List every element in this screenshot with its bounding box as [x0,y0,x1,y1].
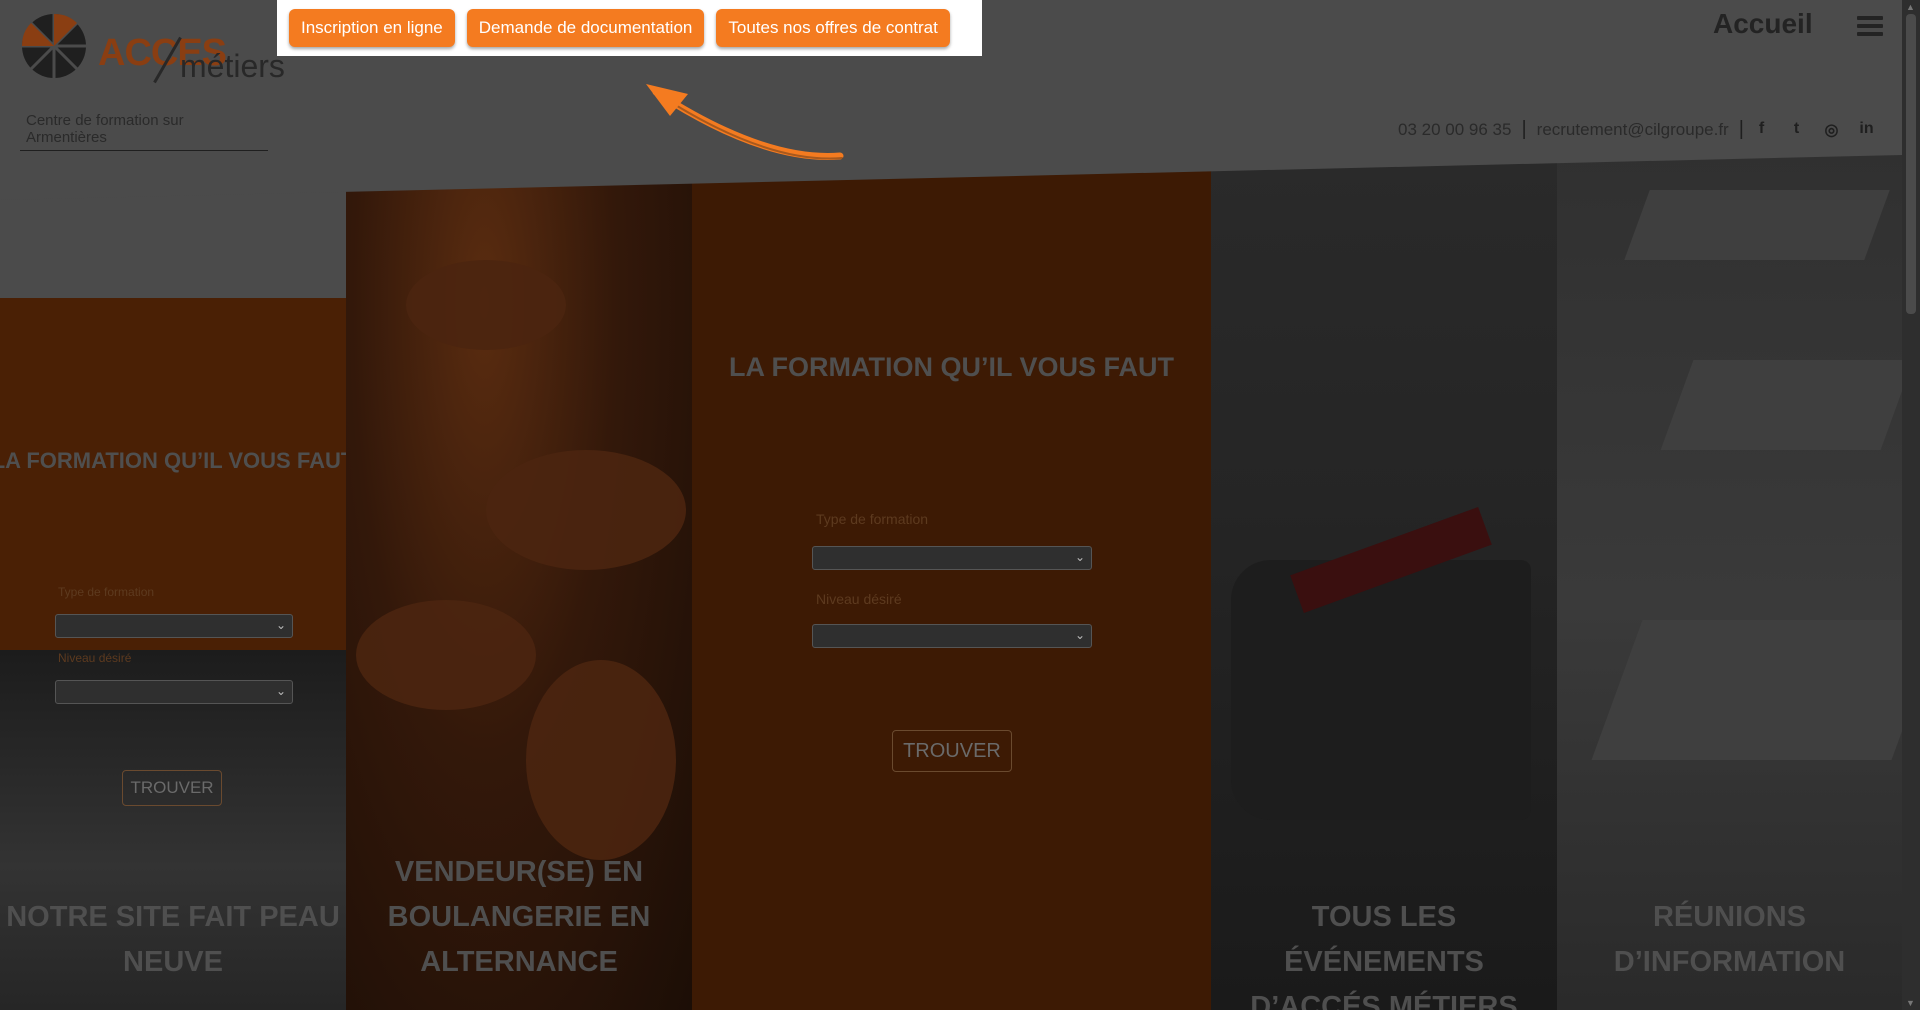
mini-trouver-button[interactable]: TROUVER [122,770,222,806]
mini-type-label: Type de formation [58,585,155,599]
page-scrollbar[interactable]: ▲ ▼ [1902,0,1920,1010]
trouver-button[interactable]: TROUVER [892,730,1012,772]
panel-title: TOUS LES ÉVÉNEMENTS D’ACCÉS MÉTIERS [1250,901,1518,1010]
phone-number[interactable]: 03 20 00 96 35 [1398,120,1511,140]
email-link[interactable]: recrutement@cilgroupe.fr [1537,120,1729,140]
desk-shape [1660,360,1902,450]
chevron-down-icon: ⌄ [1074,628,1085,642]
niveau-desire-select[interactable]: ⌄ [812,624,1092,648]
divider: | [1521,118,1527,140]
chevron-down-icon: ⌄ [1074,550,1085,564]
pointer-arrow-icon [646,84,844,160]
type-formation-label: Type de formation [816,511,929,527]
panel-title: NOTRE SITE FAIT PEAU NEUVE [6,901,340,978]
scroll-up-icon[interactable]: ▲ [1906,2,1915,12]
center-location-label: Centre de formation sur Armentières [20,112,268,151]
pastry-shape [486,450,686,570]
divider: | [1738,118,1744,140]
scroll-down-icon[interactable]: ▼ [1906,998,1915,1008]
desk-shape [1624,190,1890,260]
nav-accueil[interactable]: Accueil [1713,8,1813,40]
logo-text-metiers: métiers [180,48,285,84]
desk-shape [1591,620,1902,760]
acces-metiers-logo[interactable]: ACCES métiers [20,12,285,87]
form-title: LA FORMATION QU’IL VOUS FAUT [729,352,1174,382]
book-image [1231,560,1531,820]
scrollbar-thumb[interactable] [1906,14,1916,314]
documentation-button[interactable]: Demande de documentation [466,9,705,47]
contact-info: 03 20 00 96 35 | recrutement@cilgroupe.f… [1398,118,1754,141]
mini-form-title: LA FORMATION QU’IL VOUS FAUT [0,448,346,473]
offres-contrat-button[interactable]: Toutes nos offres de contrat [716,9,950,47]
social-links: f t ◎ in [1752,120,1876,140]
niveau-desire-label: Niveau désiré [816,591,902,607]
inscription-button[interactable]: Inscription en ligne [289,9,455,47]
type-formation-select[interactable]: ⌄ [812,546,1092,570]
twitter-icon[interactable]: t [1787,120,1806,140]
chevron-down-icon: ⌄ [275,684,286,698]
logo-wheel-icon [21,13,86,78]
mini-type-select[interactable]: ⌄ [55,614,293,638]
top-action-bar: Inscription en ligne Demande de document… [277,0,982,56]
panel-title: VENDEUR(SE) EN BOULANGERIE EN ALTERNANCE [387,856,651,978]
panel-title: RÉUNIONS D’INFORMATION [1613,901,1846,978]
chevron-down-icon: ⌄ [275,618,286,632]
facebook-icon[interactable]: f [1752,120,1771,140]
mini-niveau-select[interactable]: ⌄ [55,680,293,704]
hamburger-menu-icon[interactable] [1857,16,1883,36]
pastry-shape [406,260,566,350]
pastry-shape [526,660,676,860]
pastry-shape [356,600,536,710]
instagram-icon[interactable]: ◎ [1822,120,1841,140]
mini-niveau-label: Niveau désiré [58,651,132,665]
linkedin-icon[interactable]: in [1857,120,1876,140]
